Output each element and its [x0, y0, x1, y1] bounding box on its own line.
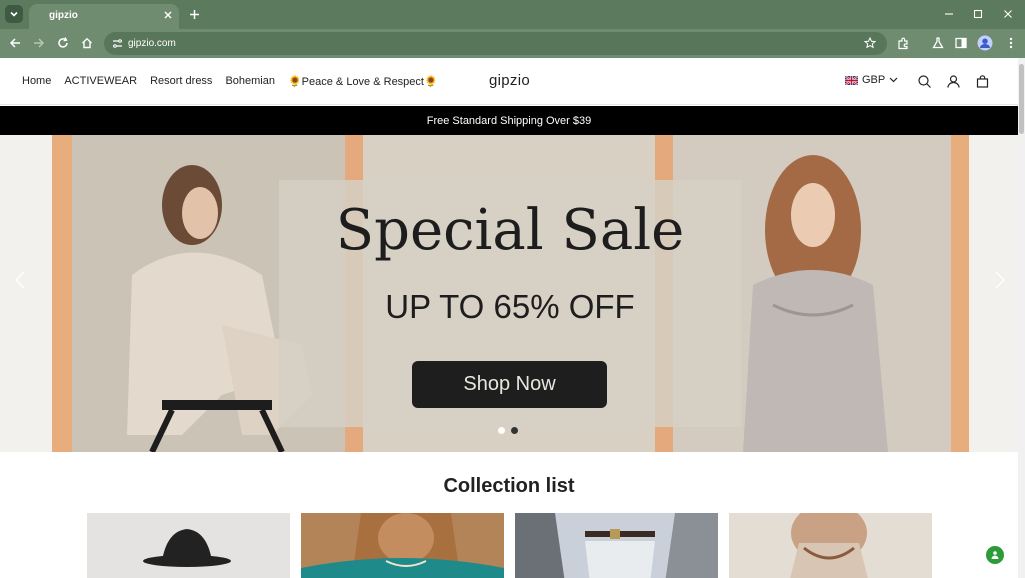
nav-item-resort-dress[interactable]: Resort dress	[150, 75, 212, 88]
cart-icon[interactable]	[975, 74, 989, 88]
close-icon[interactable]	[161, 8, 175, 22]
browser-toolbar: gipzio.com	[0, 29, 1025, 58]
back-icon[interactable]	[6, 34, 24, 52]
nav-item-bohemian[interactable]: Bohemian	[225, 75, 275, 88]
chevron-down-icon	[889, 74, 898, 86]
hero-slideshow: Special Sale UP TO 65% OFF Shop Now	[0, 135, 1018, 452]
maximize-icon[interactable]	[970, 6, 986, 22]
sidepanel-icon[interactable]	[952, 34, 970, 52]
star-icon[interactable]	[863, 36, 877, 50]
site-header: Home ACTIVEWEAR Resort dress Bohemian 🌻P…	[0, 58, 1018, 105]
site-info-icon[interactable]	[110, 36, 124, 50]
url-text: gipzio.com	[128, 38, 176, 49]
address-bar[interactable]: gipzio.com	[104, 32, 887, 55]
announcement-bar: Free Standard Shipping Over $39	[0, 106, 1018, 135]
currency-label: GBP	[862, 74, 886, 86]
shop-now-button[interactable]: Shop Now	[412, 361, 607, 408]
collection-card[interactable]	[729, 513, 932, 578]
slide-dot[interactable]	[511, 427, 518, 434]
slideshow-dots	[498, 427, 518, 434]
labs-icon[interactable]	[929, 34, 947, 52]
tab-title: gipzio	[49, 10, 78, 21]
page-scrollbar[interactable]	[1018, 58, 1025, 578]
more-icon[interactable]	[1002, 34, 1020, 52]
nav-item-activewear[interactable]: ACTIVEWEAR	[64, 75, 137, 88]
uk-flag-icon	[844, 74, 859, 86]
plus-icon[interactable]	[186, 6, 202, 22]
collection-card[interactable]	[301, 513, 504, 578]
currency-selector[interactable]: GBP	[844, 74, 898, 86]
forward-icon[interactable]	[30, 34, 48, 52]
tab-menu-icon[interactable]	[5, 5, 23, 23]
scrollbar-thumb[interactable]	[1019, 64, 1024, 134]
collection-list-title: Collection list	[443, 475, 575, 497]
browser-tabbar: gipzio	[0, 0, 1025, 29]
collection-grid	[87, 513, 932, 578]
collection-card[interactable]	[515, 513, 718, 578]
sale-title: Special Sale	[335, 198, 685, 263]
window-close-icon[interactable]	[1000, 6, 1016, 22]
reload-icon[interactable]	[54, 34, 72, 52]
sale-banner: Special Sale UP TO 65% OFF Shop Now	[279, 180, 741, 427]
minimize-icon[interactable]	[941, 6, 957, 22]
chevron-left-icon[interactable]	[12, 270, 28, 290]
main-nav: Home ACTIVEWEAR Resort dress Bohemian 🌻P…	[22, 75, 438, 88]
chevron-right-icon[interactable]	[992, 270, 1008, 290]
account-icon[interactable]	[946, 74, 960, 88]
browser-tab[interactable]: gipzio	[29, 4, 179, 29]
nav-item-home[interactable]: Home	[22, 75, 51, 88]
extensions-icon[interactable]	[894, 34, 912, 52]
profile-icon[interactable]	[976, 34, 994, 52]
site-logo[interactable]: gipzio	[489, 72, 530, 89]
nav-item-peace-love-respect[interactable]: 🌻Peace & Love & Respect🌻	[288, 75, 438, 88]
slide-dot-active[interactable]	[498, 427, 505, 434]
collection-card[interactable]	[87, 513, 290, 578]
sale-subtitle: UP TO 65% OFF	[385, 288, 635, 325]
chat-icon[interactable]	[986, 546, 1004, 564]
page-viewport: Home ACTIVEWEAR Resort dress Bohemian 🌻P…	[0, 58, 1018, 578]
home-icon[interactable]	[78, 34, 96, 52]
search-icon[interactable]	[917, 74, 931, 88]
